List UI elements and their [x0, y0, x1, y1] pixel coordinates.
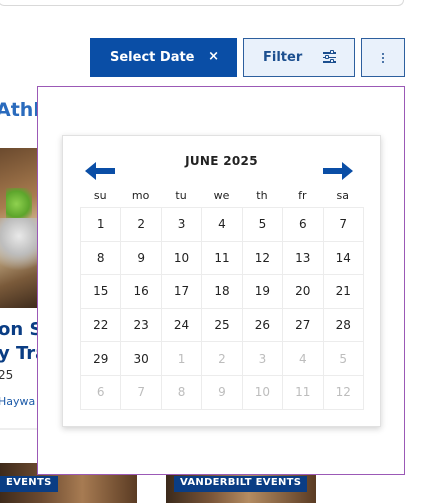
calendar-day[interactable]: 2	[121, 208, 162, 242]
calendar-day[interactable]: 28	[323, 308, 364, 343]
calendar-day-outside-month[interactable]: 7	[121, 375, 162, 410]
calendar-day-outside-month[interactable]: 2	[202, 342, 243, 376]
calendar-day[interactable]: 16	[121, 275, 162, 309]
calendar-day[interactable]: 6	[283, 208, 324, 242]
calendar-week-row: 1234567	[81, 208, 364, 242]
calendar-day[interactable]: 10	[161, 241, 203, 276]
calendar-day[interactable]: 24	[161, 308, 203, 343]
calendar-day-outside-month[interactable]: 10	[242, 375, 284, 410]
calendar-day-outside-month[interactable]: 4	[283, 342, 324, 376]
weekday-label: th	[256, 189, 268, 202]
weekday-label: su	[93, 189, 107, 202]
calendar-day[interactable]: 9	[121, 241, 162, 276]
calendar-day-outside-month[interactable]: 8	[161, 375, 203, 410]
calendar-day[interactable]: 5	[242, 208, 284, 242]
event-category-tag: EVENTS	[0, 476, 58, 492]
clear-date-icon[interactable]: ×	[208, 49, 219, 64]
calendar-day[interactable]: 29	[81, 342, 122, 376]
calendar-week-row: 22 23 24 25 26 27 28	[81, 308, 364, 343]
calendar-day-outside-month[interactable]: 3	[242, 342, 284, 376]
section-heading: Athl	[0, 99, 40, 121]
more-options-button[interactable]	[361, 38, 405, 77]
calendar-day[interactable]: 17	[161, 275, 203, 309]
calendar-day-outside-month[interactable]: 9	[202, 375, 243, 410]
sliders-icon	[323, 50, 337, 64]
calendar-day[interactable]: 18	[202, 275, 243, 309]
calendar-day[interactable]: 25	[202, 308, 243, 343]
calendar-day[interactable]: 1	[81, 208, 122, 242]
calendar-day[interactable]: 15	[81, 275, 122, 309]
calendar-day[interactable]: 8	[81, 241, 122, 276]
select-date-label: Select Date	[110, 50, 195, 65]
weekday-label: we	[213, 189, 230, 202]
calendar-day[interactable]: 12	[242, 241, 284, 276]
event-category-tag: VANDERBILT EVENTS	[174, 476, 308, 492]
select-date-button[interactable]: Select Date ×	[90, 38, 237, 77]
calendar-week-row: 8 9 10 11 12 13 14	[81, 241, 364, 276]
calendar-day[interactable]: 30	[121, 342, 162, 376]
calendar-week-row: 29 30 1 2 3 4 5	[81, 342, 364, 376]
weekday-label: tu	[175, 189, 187, 202]
filter-button[interactable]: Filter	[243, 38, 355, 77]
calendar-day-outside-month[interactable]: 6	[81, 375, 122, 410]
calendar-day-outside-month[interactable]: 5	[323, 342, 364, 376]
calendar-day[interactable]: 7	[323, 208, 364, 242]
vertical-ellipsis-icon	[382, 52, 384, 63]
calendar-day-outside-month[interactable]: 11	[283, 375, 324, 410]
calendar-day-outside-month[interactable]: 1	[161, 342, 203, 376]
weekday-label: fr	[298, 189, 307, 202]
arrow-right-icon[interactable]	[323, 162, 353, 180]
calendar-day[interactable]: 22	[81, 308, 122, 343]
calendar-day[interactable]: 23	[121, 308, 162, 343]
event-card-location[interactable]: Haywa	[0, 395, 35, 408]
weekday-label: mo	[131, 189, 150, 202]
card-divider	[0, 428, 38, 430]
calendar: JUNE 2025 su mo tu we th fr sa 1 2 3 4 5 6 7 8 9 10 11 12…	[62, 135, 381, 427]
weekday-header: su mo tu we th fr sa	[80, 189, 363, 202]
event-card-image[interactable]	[0, 148, 38, 308]
search-box-edge	[0, 0, 404, 6]
calendar-week-row: 6 7 8 9 10 11 12	[81, 375, 364, 410]
page: Select Date × Filter Athl on S y Tra 25 …	[0, 0, 446, 503]
weekday-label: sa	[336, 189, 349, 202]
calendar-day[interactable]: 19	[242, 275, 284, 309]
calendar-day[interactable]: 11	[202, 241, 243, 276]
calendar-day[interactable]: 26	[242, 308, 284, 343]
filter-label: Filter	[263, 50, 303, 65]
calendar-day[interactable]: 27	[283, 308, 324, 343]
calendar-day[interactable]: 21	[323, 275, 364, 309]
calendar-day[interactable]: 4	[202, 208, 243, 242]
calendar-week-row: 15 16 17 18 19 20 21	[81, 275, 364, 309]
calendar-grid: 1 2 3 4 5 6 7 8 9 10 11 12 13 14 15 16 17 18 19 20 21 22 23 24 2…	[80, 207, 364, 410]
calendar-day[interactable]: 3	[161, 208, 203, 242]
calendar-day-outside-month[interactable]: 12	[323, 375, 364, 410]
event-card-date: 25	[0, 368, 14, 382]
calendar-day[interactable]: 20	[283, 275, 324, 309]
calendar-day[interactable]: 13	[283, 241, 324, 276]
calendar-day[interactable]: 14	[323, 241, 364, 276]
